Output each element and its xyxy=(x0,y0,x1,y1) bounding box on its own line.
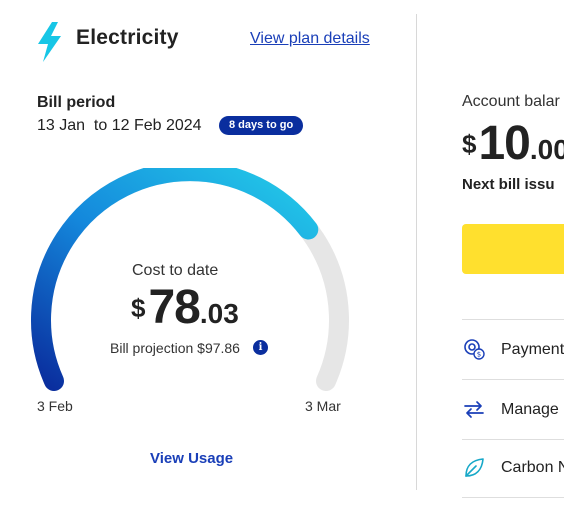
gauge-start-label: 3 Feb xyxy=(37,398,73,414)
leaf-icon xyxy=(465,458,484,477)
svg-text:$: $ xyxy=(477,351,481,359)
gauge-end-label: 3 Mar xyxy=(305,398,341,414)
row-divider xyxy=(462,379,564,380)
view-usage-link[interactable]: View Usage xyxy=(150,450,233,467)
row-divider xyxy=(462,439,564,440)
cost-to-date-amount: $78.03 xyxy=(131,280,239,335)
account-balance-label: Account balar xyxy=(462,93,560,110)
payment-gear-icon: $ xyxy=(464,339,485,360)
balance-cents: .00 xyxy=(529,134,564,165)
lightning-bolt-icon xyxy=(38,22,61,62)
days-remaining-badge: 8 days to go xyxy=(219,116,304,135)
bill-period-label: Bill period xyxy=(37,94,116,111)
payment-row-label[interactable]: Payment xyxy=(501,341,564,359)
primary-action-button[interactable] xyxy=(462,224,564,274)
currency-symbol: $ xyxy=(131,293,146,323)
bill-period-dates: 13 Jan to 12 Feb 2024 xyxy=(37,117,202,134)
row-divider xyxy=(462,319,564,320)
card-divider xyxy=(416,14,417,490)
carbon-row-label[interactable]: Carbon N xyxy=(501,459,564,477)
manage-arrows-icon xyxy=(464,401,484,418)
bill-projection: Bill projection $97.86 xyxy=(110,340,240,356)
currency-symbol: $ xyxy=(462,129,477,159)
view-plan-details-link[interactable]: View plan details xyxy=(250,30,370,48)
info-icon[interactable]: i xyxy=(253,340,268,355)
cost-to-date-label: Cost to date xyxy=(132,262,219,279)
balance-whole: 10 xyxy=(478,117,530,170)
card-title: Electricity xyxy=(76,26,179,49)
cost-cents: .03 xyxy=(199,298,239,329)
next-bill-label: Next bill issu xyxy=(462,176,555,193)
cost-whole: 78 xyxy=(148,281,200,334)
row-divider xyxy=(462,497,564,498)
account-balance-amount: $10.00 xyxy=(462,116,564,171)
manage-row-label[interactable]: Manage xyxy=(501,401,559,419)
